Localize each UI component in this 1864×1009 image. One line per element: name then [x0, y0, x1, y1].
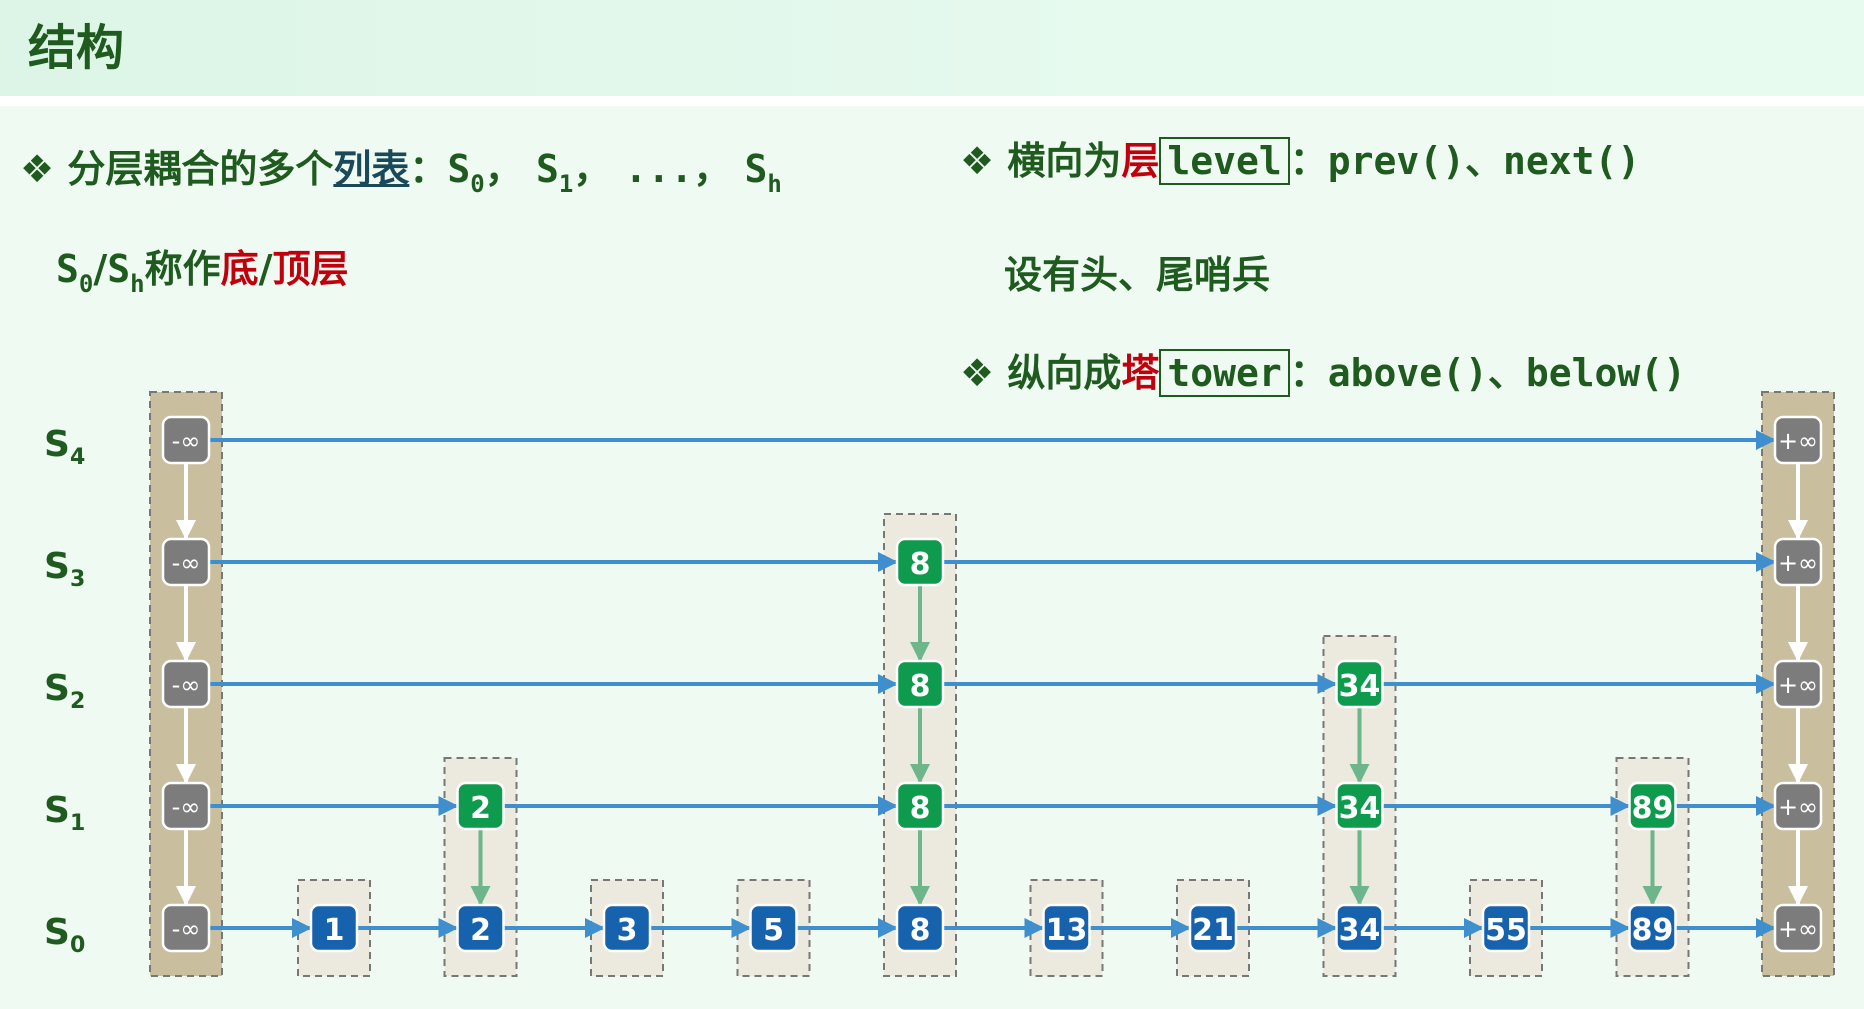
tail-sentinel-node-label: +∞: [1778, 671, 1818, 699]
tail-sentinel-node: +∞: [1773, 415, 1823, 465]
tail-sentinel-node-label: +∞: [1778, 427, 1818, 455]
node-89: 89: [1628, 781, 1677, 831]
node-89: 89: [1628, 903, 1677, 953]
head-sentinel-node-label: -∞: [172, 549, 201, 577]
node-1: 1: [309, 903, 359, 953]
node-8-label: 8: [910, 547, 931, 582]
node-34: 34: [1335, 781, 1384, 831]
node-13-label: 13: [1046, 913, 1088, 948]
node-34-label: 34: [1339, 791, 1381, 826]
tail-sentinel-node: +∞: [1773, 659, 1823, 709]
node-2: 2: [456, 781, 505, 831]
node-2-label: 2: [470, 791, 491, 826]
node-21-label: 21: [1192, 913, 1234, 948]
node-34: 34: [1335, 659, 1384, 709]
node-34-label: 34: [1339, 669, 1381, 704]
head-sentinel-node: -∞: [161, 537, 211, 587]
node-5: 5: [749, 903, 798, 953]
node-8: 8: [895, 903, 945, 953]
node-8-label: 8: [910, 791, 931, 826]
tail-sentinel-node-label: +∞: [1778, 793, 1818, 821]
node-34: 34: [1335, 903, 1384, 953]
node-55: 55: [1481, 903, 1531, 953]
node-34-label: 34: [1339, 913, 1381, 948]
node-1-label: 1: [324, 913, 345, 948]
node-89-label: 89: [1632, 913, 1674, 948]
node-5-label: 5: [763, 913, 784, 948]
node-8-label: 8: [910, 913, 931, 948]
tail-sentinel-node: +∞: [1773, 537, 1823, 587]
head-sentinel-node-label: -∞: [172, 915, 201, 943]
node-89-label: 89: [1632, 791, 1674, 826]
head-sentinel-node-label: -∞: [172, 427, 201, 455]
node-8: 8: [895, 659, 945, 709]
node-2: 2: [456, 903, 505, 953]
tail-sentinel-node: +∞: [1773, 781, 1823, 831]
tail-sentinel-node-label: +∞: [1778, 915, 1818, 943]
tail-sentinel-node: +∞: [1773, 903, 1823, 953]
head-sentinel-node: -∞: [161, 781, 211, 831]
node-3-label: 3: [617, 913, 638, 948]
head-sentinel-node: -∞: [161, 659, 211, 709]
head-sentinel-node-label: -∞: [172, 671, 201, 699]
node-3: 3: [602, 903, 652, 953]
node-2-label: 2: [470, 913, 491, 948]
links: [176, 430, 1808, 938]
tail-sentinel-node-label: +∞: [1778, 549, 1818, 577]
skiplist-diagram: -∞ +∞ -∞ +∞ -∞ +∞ -∞ +∞ -∞ +∞ 1 2 2 3 5 8 8 8 8 13 21 34 34 34 5…: [149, 391, 1835, 977]
node-55-label: 55: [1485, 913, 1527, 948]
node-8: 8: [895, 537, 945, 587]
node-21: 21: [1188, 903, 1238, 953]
head-sentinel-node: -∞: [161, 415, 211, 465]
head-sentinel-node-label: -∞: [172, 793, 201, 821]
head-sentinel-node: -∞: [161, 903, 211, 953]
node-8-label: 8: [910, 669, 931, 704]
node-8: 8: [895, 781, 945, 831]
node-13: 13: [1042, 903, 1091, 953]
